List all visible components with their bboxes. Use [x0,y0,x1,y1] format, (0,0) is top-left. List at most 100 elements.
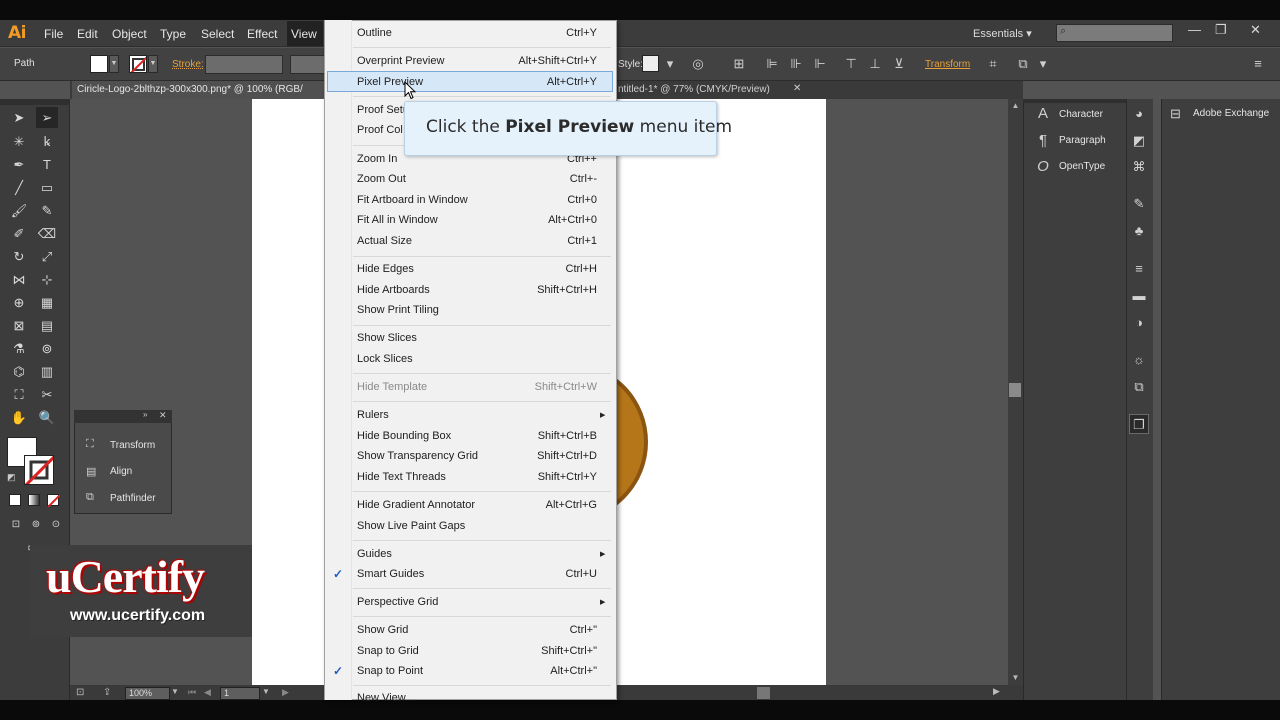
share-icon[interactable]: ⇪ [103,687,111,698]
menu-item-guides[interactable]: Guides [357,548,392,560]
first-artboard-icon[interactable]: ⏮ [188,687,196,698]
menu-item-rulers[interactable]: Rulers [357,409,389,421]
artboard-tool-icon[interactable]: ⛶ [8,384,30,405]
blend-tool-icon[interactable]: ⊚ [36,338,58,359]
horizontal-scroll-thumb[interactable] [757,687,770,699]
color-mode-icon[interactable] [9,494,21,506]
pen-tool-icon[interactable]: ✒ [8,154,30,175]
eyedropper-tool-icon[interactable]: ⚗ [8,338,30,359]
swatches-icon[interactable]: ⌘ [1129,157,1149,177]
menu-item-fit-artboard[interactable]: Fit Artboard in Window [357,194,468,206]
graphic-style-swatch[interactable] [642,55,659,72]
artboard-nav-icon[interactable]: ⊡ [76,687,84,698]
isolate-object-icon[interactable]: ⌗ [985,56,1001,72]
line-tool-icon[interactable]: ╱ [8,177,30,198]
menu-item-fit-all[interactable]: Fit All in Window [357,214,438,226]
menu-item-overprint-preview[interactable]: Overprint Preview [357,55,444,67]
scale-tool-icon[interactable]: ⤢ [36,246,58,267]
chevron-down-icon[interactable]: ▾ [662,56,678,72]
menu-file[interactable]: File [44,27,63,41]
menu-view[interactable]: View [291,27,317,41]
none-mode-icon[interactable] [47,494,61,508]
menu-edit[interactable]: Edit [77,27,98,41]
menu-item-hide-text-threads[interactable]: Hide Text Threads [357,471,446,483]
panel-item-pathfinder[interactable]: Pathfinder [110,493,156,504]
chevron-down-icon[interactable]: ▼ [171,687,179,696]
layers-icon[interactable]: ❐ [1129,414,1149,434]
fill-color-swatch[interactable] [90,55,108,73]
align-bottom-icon[interactable]: ⊻ [891,56,907,72]
panel-adobe-exchange[interactable]: Adobe Exchange [1193,108,1269,119]
menu-item-show-live-paint-gaps[interactable]: Show Live Paint Gaps [357,520,465,532]
menu-item-hide-edges[interactable]: Hide Edges [357,263,414,275]
menu-item-proof-setup[interactable]: Proof Setu [357,104,409,116]
align-center-icon[interactable]: ⊪ [788,56,804,72]
menu-item-zoom-out[interactable]: Zoom Out [357,173,406,185]
menu-item-smart-guides[interactable]: Smart Guides [357,568,424,580]
menu-select[interactable]: Select [201,27,234,41]
restore-button[interactable]: ❐ [1215,22,1227,38]
scroll-up-arrow-icon[interactable]: ▲ [1008,101,1023,110]
zoom-tool-icon[interactable]: 🔍 [36,407,58,428]
direct-selection-tool-icon[interactable]: ➢ [36,107,58,128]
workspace-switcher[interactable]: Essentials ▾ [973,27,1032,40]
symbol-sprayer-tool-icon[interactable]: ⌬ [8,361,30,382]
rotate-tool-icon[interactable]: ↻ [8,246,30,267]
brushes-icon[interactable]: ✎ [1129,194,1149,214]
lasso-tool-icon[interactable]: ꝃ [36,131,58,152]
menu-item-snap-to-point[interactable]: Snap to Point [357,665,423,677]
shape-builder-tool-icon[interactable]: ⊕ [8,292,30,313]
rectangle-tool-icon[interactable]: ▭ [36,177,58,198]
previous-artboard-icon[interactable]: ◀ [204,687,211,698]
color-guide-icon[interactable]: ◕ [1129,104,1149,124]
minimize-button[interactable]: — [1188,22,1201,37]
menu-item-show-transparency-grid[interactable]: Show Transparency Grid [357,450,478,462]
collapse-panel-icon[interactable]: » [143,410,147,419]
scroll-down-arrow-icon[interactable]: ▼ [1008,673,1023,682]
slice-tool-icon[interactable]: ✂ [36,384,58,405]
menu-item-perspective-grid[interactable]: Perspective Grid [357,596,438,608]
menu-item-snap-to-grid[interactable]: Snap to Grid [357,645,419,657]
tools-panel-header[interactable] [0,99,70,105]
eraser-tool-icon[interactable]: ⌫ [36,223,58,244]
stroke-icon[interactable]: ≡ [1129,259,1149,279]
next-artboard-icon[interactable]: ▶ [282,687,289,698]
zoom-level-field[interactable]: 100% [125,687,170,700]
stroke-panel-link[interactable]: Stroke: [172,59,204,70]
floating-panel-header[interactable] [74,410,172,423]
column-graph-tool-icon[interactable]: ▥ [36,361,58,382]
stroke-weight-field[interactable] [205,55,283,74]
menu-item-actual-size[interactable]: Actual Size [357,235,412,247]
width-tool-icon[interactable]: ⋈ [8,269,30,290]
default-colors-icon[interactable]: ◩ [7,472,19,484]
perspective-grid-tool-icon[interactable]: ▦ [36,292,58,313]
chevron-down-icon[interactable]: ▾ [1035,56,1051,72]
vertical-scroll-thumb[interactable] [1009,383,1021,397]
blob-brush-tool-icon[interactable]: ✐ [8,223,30,244]
menu-object[interactable]: Object [112,27,147,41]
draw-normal-icon[interactable]: ⊡ [5,514,27,535]
close-panel-icon[interactable]: ✕ [159,410,167,421]
magic-wand-tool-icon[interactable]: ✳ [8,131,30,152]
transparency-icon[interactable]: ◑ [1129,313,1149,333]
menu-item-show-slices[interactable]: Show Slices [357,332,417,344]
align-middle-icon[interactable]: ⊥ [867,56,883,72]
menu-effect[interactable]: Effect [247,27,277,41]
menu-item-show-print-tiling[interactable]: Show Print Tiling [357,304,439,316]
selection-tool-icon[interactable]: ➤ [8,107,30,128]
free-transform-tool-icon[interactable]: ⊹ [36,269,58,290]
panel-paragraph[interactable]: Paragraph [1059,135,1106,146]
menu-item-zoom-in[interactable]: Zoom In [357,153,397,165]
pencil-tool-icon[interactable]: ✎ [36,200,58,221]
scroll-right-arrow-icon[interactable]: ▶ [993,686,1000,697]
fill-dropdown-arrow[interactable]: ▼ [109,55,119,73]
arrange-icon[interactable]: ⧉ [1015,56,1031,72]
gradient-tool-icon[interactable]: ▤ [36,315,58,336]
menu-item-show-grid[interactable]: Show Grid [357,624,408,636]
tab-document-2-label[interactable]: ntitled-1* @ 77% (CMYK/Preview) [618,84,770,95]
type-tool-icon[interactable]: T [36,154,58,175]
panel-opentype[interactable]: OpenType [1059,161,1105,172]
color-icon[interactable]: ◩ [1129,131,1149,151]
help-search-input[interactable]: ⌕ [1056,24,1173,42]
panel-dock-header[interactable] [1023,99,1126,103]
